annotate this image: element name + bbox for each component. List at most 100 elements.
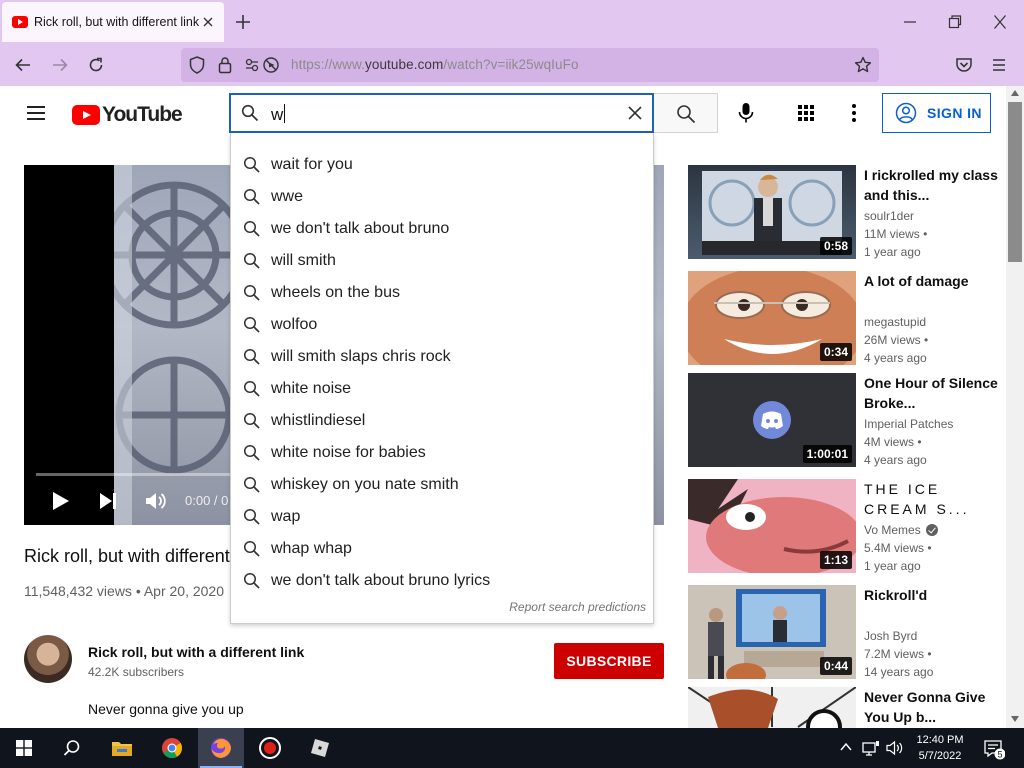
- tracking-shield-icon[interactable]: [189, 56, 205, 74]
- search-suggestion-item[interactable]: whistlindiesel: [231, 405, 653, 437]
- related-video-title[interactable]: Never Gonna Give You Up b...: [864, 687, 999, 727]
- reload-icon[interactable]: [87, 56, 105, 74]
- related-video-title[interactable]: Rickroll'd: [864, 585, 999, 605]
- search-suggestion-item[interactable]: we don't talk about bruno lyrics: [231, 565, 653, 597]
- related-video-title[interactable]: THE ICE CREAM S...: [864, 479, 999, 519]
- search-suggestion-item[interactable]: white noise for babies: [231, 437, 653, 469]
- video-duration: 0:34: [819, 343, 852, 361]
- microphone-icon[interactable]: [737, 102, 755, 124]
- video-thumbnail[interactable]: 1:13: [688, 479, 856, 573]
- minimize-window-icon[interactable]: [903, 12, 917, 32]
- channel-name-link[interactable]: Rick roll, but with a different link: [88, 644, 304, 660]
- related-video-channel[interactable]: megastupid: [864, 315, 926, 329]
- related-video-item[interactable]: 1:13 THE ICE CREAM S... Vo Memes 5.4M vi…: [688, 479, 1004, 575]
- search-button[interactable]: [654, 93, 718, 133]
- permissions-icon[interactable]: [245, 56, 281, 74]
- search-suggestion-item[interactable]: white noise: [231, 373, 653, 405]
- related-video-item[interactable]: 0:44 Rickroll'd Josh Byrd 7.2M views • 1…: [688, 585, 1004, 681]
- taskbar-chrome[interactable]: [148, 728, 196, 768]
- lock-icon[interactable]: [218, 56, 232, 74]
- pocket-icon[interactable]: [955, 56, 973, 74]
- subscribe-button[interactable]: SUBSCRIBE: [554, 643, 664, 679]
- related-video-title[interactable]: A lot of damage: [864, 271, 999, 291]
- taskbar-roblox[interactable]: [296, 728, 344, 768]
- show-hidden-icons-chevron-icon[interactable]: [840, 742, 852, 752]
- forward-arrow-icon[interactable]: [51, 56, 69, 74]
- video-thumbnail[interactable]: 0:34: [688, 271, 856, 365]
- taskbar-firefox[interactable]: [198, 728, 244, 768]
- verified-check-icon: [925, 524, 938, 536]
- next-video-icon[interactable]: [99, 492, 117, 510]
- volume-icon[interactable]: [145, 491, 167, 511]
- search-suggestion-item[interactable]: wwe: [231, 181, 653, 213]
- search-suggestion-item[interactable]: wheels on the bus: [231, 277, 653, 309]
- more-options-icon[interactable]: [851, 103, 857, 123]
- subscriber-count: 42.2K subscribers: [88, 665, 185, 679]
- search-suggestion-item[interactable]: wolfoo: [231, 309, 653, 341]
- report-search-predictions-link[interactable]: Report search predictions: [509, 600, 646, 614]
- related-video-item[interactable]: 1:00:01 One Hour of Silence Broke... Imp…: [688, 373, 1004, 469]
- address-bar[interactable]: https://www.youtube.com/watch?v=iik25wqI…: [181, 48, 879, 82]
- url-text[interactable]: https://www.youtube.com/watch?v=iik25wqI…: [291, 57, 579, 72]
- related-video-channel[interactable]: soulr1der: [864, 209, 914, 223]
- close-window-icon[interactable]: [993, 12, 1007, 32]
- scroll-down-arrow-icon[interactable]: [1011, 716, 1019, 722]
- search-icon: [243, 220, 261, 238]
- related-video-title[interactable]: I rickrolled my class and this...: [864, 165, 999, 205]
- tab-close-icon[interactable]: [202, 16, 214, 28]
- apps-grid-icon[interactable]: [797, 104, 815, 122]
- notification-count: 5: [997, 749, 1002, 759]
- video-thumbnail[interactable]: 0:44: [688, 585, 856, 679]
- play-icon[interactable]: [52, 491, 70, 511]
- folder-icon: [111, 739, 133, 757]
- related-video-item[interactable]: Never Gonna Give You Up b...: [688, 687, 1004, 728]
- app-menu-icon[interactable]: [991, 56, 1007, 74]
- taskbar-file-explorer[interactable]: [98, 728, 146, 768]
- related-video-channel[interactable]: Imperial Patches: [864, 417, 953, 431]
- search-input[interactable]: w: [229, 93, 654, 133]
- taskbar-search-button[interactable]: [48, 728, 96, 768]
- search-suggestion-item[interactable]: we don't talk about bruno: [231, 213, 653, 245]
- notifications-icon[interactable]: 5: [983, 738, 1005, 760]
- related-video-title[interactable]: One Hour of Silence Broke...: [864, 373, 999, 413]
- scrollbar-thumb[interactable]: [1008, 102, 1022, 262]
- search-icon: [243, 348, 261, 366]
- scroll-up-arrow-icon[interactable]: [1011, 90, 1019, 96]
- sign-in-button[interactable]: SIGN IN: [882, 93, 991, 133]
- taskbar-clock[interactable]: 12:40 PM 5/7/2022: [912, 732, 968, 764]
- search-suggestion-item[interactable]: wap: [231, 501, 653, 533]
- related-video-channel[interactable]: Vo Memes: [864, 523, 938, 537]
- new-tab-plus-icon[interactable]: [233, 12, 253, 32]
- browser-tab-active[interactable]: Rick roll, but with different link: [2, 2, 224, 42]
- search-icon: [243, 476, 261, 494]
- back-arrow-icon[interactable]: [14, 56, 32, 74]
- network-icon[interactable]: [862, 740, 880, 756]
- restore-window-icon[interactable]: [948, 12, 962, 32]
- start-button[interactable]: [0, 728, 48, 768]
- search-suggestion-item[interactable]: wait for you: [231, 149, 653, 181]
- search-suggestions-dropdown: wait for you wwe we don't talk about bruno…: [230, 133, 654, 624]
- related-video-item[interactable]: 0:58 I rickrolled my class and this... s…: [688, 165, 1004, 261]
- search-suggestion-item[interactable]: whiskey on you nate smith: [231, 469, 653, 501]
- channel-avatar[interactable]: [24, 635, 72, 683]
- taskbar-recorder[interactable]: [246, 728, 294, 768]
- search-icon: [243, 284, 261, 302]
- volume-icon[interactable]: [886, 740, 904, 756]
- video-thumbnail[interactable]: 0:58: [688, 165, 856, 259]
- related-video-age: 1 year ago: [864, 559, 921, 573]
- clear-search-icon[interactable]: [627, 105, 643, 121]
- search-suggestion-item[interactable]: whap whap: [231, 533, 653, 565]
- firefox-icon: [210, 737, 232, 759]
- related-video-channel[interactable]: Josh Byrd: [864, 629, 917, 643]
- related-video-item[interactable]: 0:34 A lot of damage megastupid 26M view…: [688, 271, 1004, 367]
- bookmark-star-icon[interactable]: [854, 56, 872, 74]
- video-thumbnail[interactable]: [688, 687, 856, 728]
- search-suggestion-item[interactable]: will smith: [231, 245, 653, 277]
- search-icon: [63, 739, 81, 757]
- video-thumbnail[interactable]: 1:00:01: [688, 373, 856, 467]
- clock-date: 5/7/2022: [918, 750, 962, 762]
- youtube-logo[interactable]: YouTube: [72, 103, 183, 127]
- hamburger-menu-icon[interactable]: [26, 103, 46, 123]
- search-suggestion-item[interactable]: will smith slaps chris rock: [231, 341, 653, 373]
- search-suggestion-text: whap whap: [271, 540, 352, 557]
